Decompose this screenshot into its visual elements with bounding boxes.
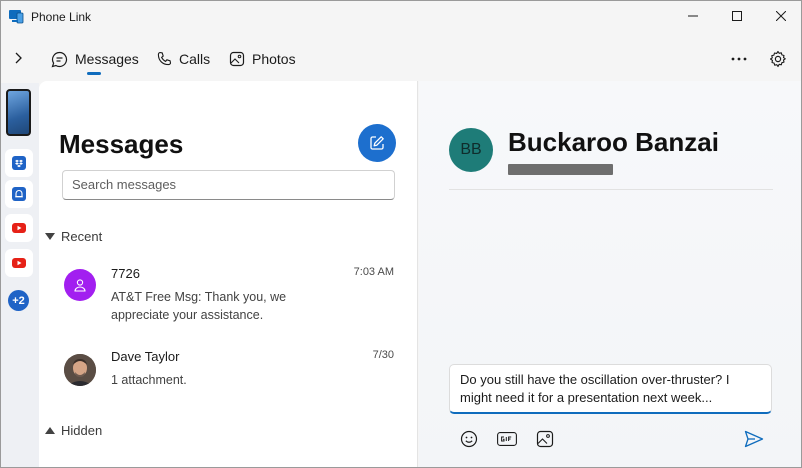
message-compose-input[interactable]: Do you still have the oscillation over-t… [449,364,772,414]
rail-more-apps-badge[interactable]: +2 [8,290,29,311]
messages-heading: Messages [59,129,184,159]
hidden-label: Hidden [61,423,103,438]
redacted-phone-number [508,164,613,175]
chevron-right-icon [15,52,22,64]
tab-calls-label: Calls [179,51,211,67]
emoji-button[interactable] [457,427,481,451]
recent-section-header[interactable]: Recent [45,229,102,244]
search-messages-input[interactable]: Search messages [62,170,395,200]
messages-list-panel: Messages Search messages Recent 7726 7:0… [39,81,418,467]
gif-button[interactable] [495,427,519,451]
send-button[interactable] [741,426,767,452]
tab-photos-label: Photos [252,51,296,67]
phone-link-app-icon [8,8,24,24]
conversation-name: Dave Taylor [111,349,180,364]
caret-up-icon [45,426,55,434]
tab-messages-label: Messages [75,51,139,67]
image-icon [536,430,554,448]
conversation-time: 7/30 [372,349,394,361]
window-title: Phone Link [31,10,92,24]
tab-photos[interactable]: Photos [229,47,296,71]
tab-calls[interactable]: Calls [156,47,210,71]
app-rail: +2 [1,83,39,467]
notification-icon [12,187,26,201]
chat-bubble-icon [51,51,68,67]
conversation-preview: 1 attachment. [111,373,187,387]
header-divider [449,189,773,190]
image-button[interactable] [533,427,557,451]
more-dots-icon [731,57,747,61]
phone-screen-button[interactable] [6,89,31,136]
active-tab-indicator [87,72,101,75]
phone-icon [157,51,172,66]
emoji-icon [460,430,478,448]
maximize-button[interactable] [717,1,757,31]
rail-app-dropbox[interactable] [5,149,33,177]
compose-icon [370,136,384,150]
conversation-name: 7726 [111,266,140,281]
more-options-button[interactable] [727,47,751,71]
contact-photo-avatar [64,354,96,386]
rail-app-youtube-2[interactable] [5,249,33,277]
conversation-item[interactable]: Dave Taylor 7/30 1 attachment. [39,349,418,399]
person-photo-icon [64,354,96,386]
conversation-item[interactable]: 7726 7:03 AM AT&T Free Msg: Thank you, w… [39,266,418,336]
title-bar: Phone Link [1,1,801,33]
contact-avatar [64,269,96,301]
gif-icon [497,432,517,446]
caret-down-icon [45,232,55,240]
close-button[interactable] [761,1,801,31]
youtube-icon [12,258,26,268]
rail-app-notifications[interactable] [5,180,33,208]
minimize-button[interactable] [673,1,713,31]
photos-icon [229,51,245,67]
recent-label: Recent [61,229,103,244]
conversation-preview: AT&T Free Msg: Thank you, we appreciate … [111,290,287,322]
youtube-icon [12,223,26,233]
send-icon [744,430,764,448]
compose-toolbar [457,427,557,451]
phone-link-window: Phone Link Messages Calls Photos +2 Mess… [0,0,802,468]
gear-icon [769,50,786,68]
rail-app-youtube[interactable] [5,214,33,242]
conversation-panel: BB Buckaroo Banzai Do you still have the… [419,81,801,467]
dropbox-icon [12,156,26,170]
tab-messages[interactable]: Messages [51,47,139,71]
hidden-section-header[interactable]: Hidden [45,423,102,438]
contact-name: Buckaroo Banzai [508,127,719,157]
contact-initials-avatar: BB [449,128,493,172]
new-message-button[interactable] [358,124,396,162]
expand-sidebar-button[interactable] [7,47,29,69]
person-icon [74,279,86,292]
settings-button[interactable] [766,47,790,71]
nav-bar: Messages Calls Photos [1,39,801,79]
conversation-time: 7:03 AM [353,266,394,278]
